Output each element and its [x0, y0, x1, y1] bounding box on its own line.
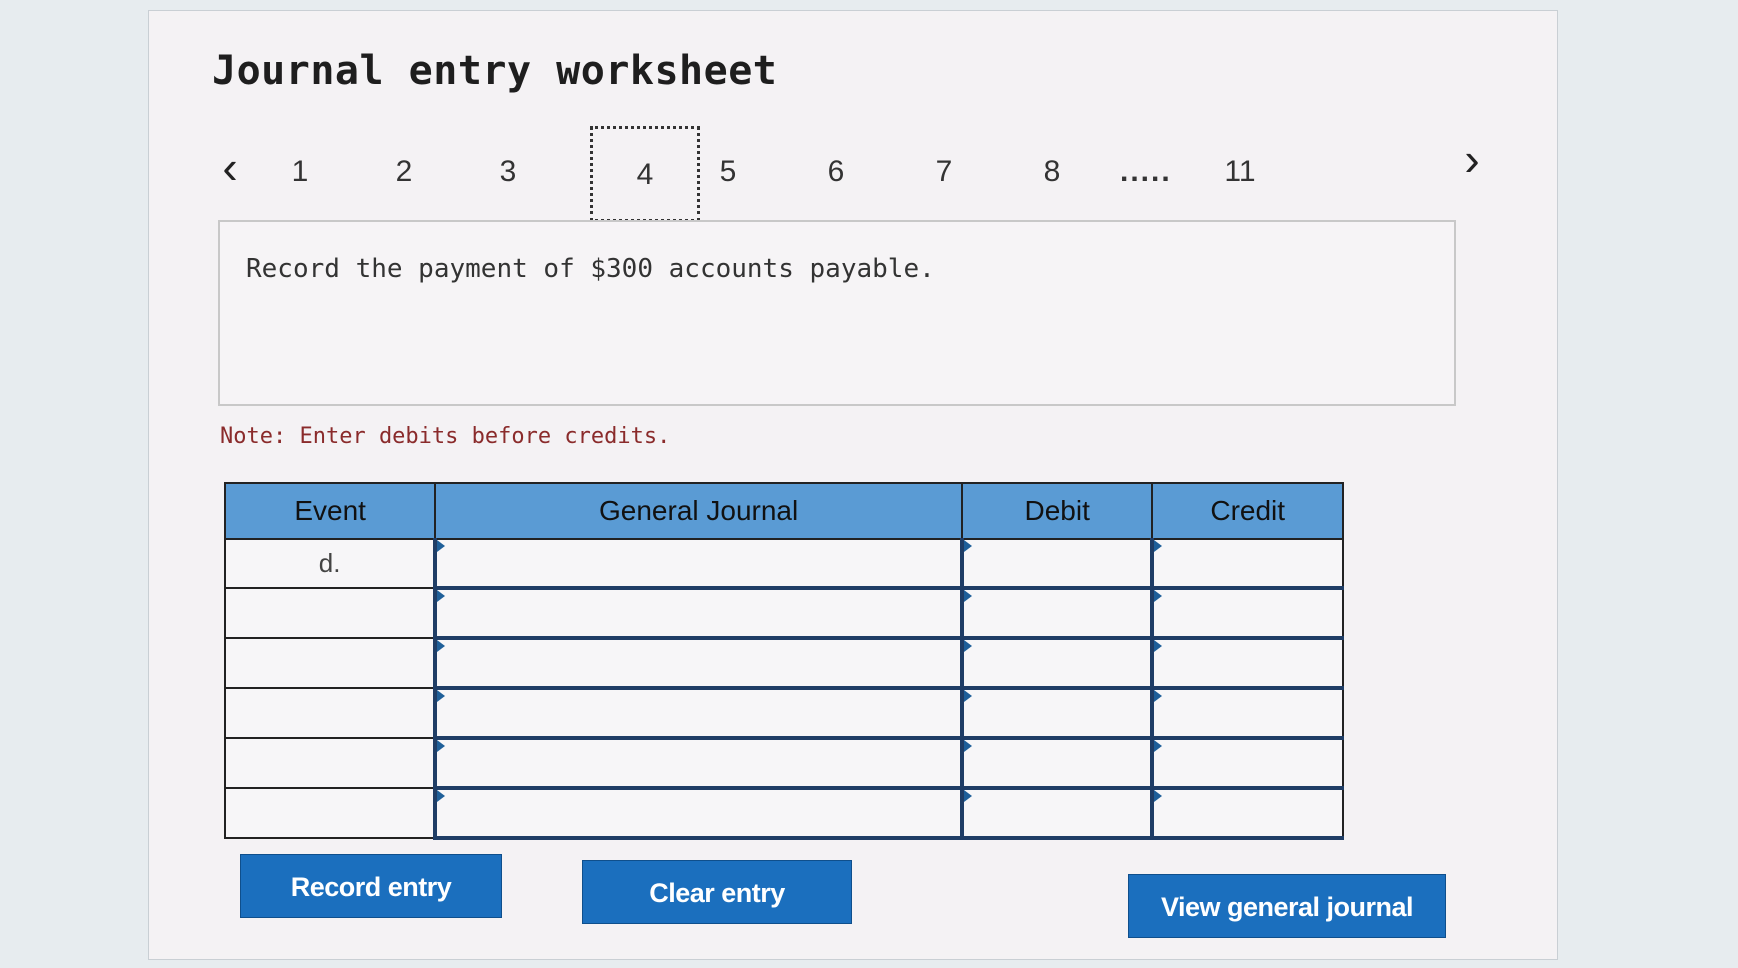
column-header-credit: Credit — [1151, 482, 1344, 540]
dropdown-marker-icon — [963, 590, 972, 602]
dropdown-marker-icon — [1154, 740, 1163, 752]
column-header-general-journal: General Journal — [434, 482, 963, 540]
dropdown-marker-icon — [1154, 590, 1163, 602]
debit-input[interactable] — [959, 787, 1154, 840]
general-journal-input[interactable] — [433, 687, 963, 740]
dropdown-marker-icon — [437, 790, 446, 802]
note-text: Note: Enter debits before credits. — [220, 424, 671, 449]
dropdown-marker-icon — [437, 540, 446, 552]
page-7[interactable]: 7 — [914, 142, 974, 202]
dropdown-marker-icon — [963, 740, 972, 752]
question-box: Record the payment of $300 accounts paya… — [218, 220, 1456, 406]
journal-table: Event General Journal Debit Credit d. — [223, 482, 1344, 840]
general-journal-input[interactable] — [433, 787, 963, 840]
dropdown-marker-icon — [437, 690, 446, 702]
event-cell — [223, 737, 437, 789]
event-cell — [223, 587, 437, 639]
event-cell — [223, 787, 437, 839]
table-row — [223, 587, 1344, 640]
general-journal-input[interactable] — [433, 587, 963, 640]
chevron-right-icon[interactable]: › — [1452, 136, 1492, 182]
page-5[interactable]: 5 — [698, 142, 758, 202]
page-4-active[interactable]: 4 — [590, 126, 700, 222]
credit-input[interactable] — [1150, 687, 1344, 740]
credit-input[interactable] — [1150, 538, 1344, 590]
page-6[interactable]: 6 — [806, 142, 866, 202]
page-2[interactable]: 2 — [374, 142, 434, 202]
table-row — [223, 787, 1344, 840]
page-8[interactable]: 8 — [1022, 142, 1082, 202]
column-header-event: Event — [223, 482, 437, 540]
debit-input[interactable] — [959, 587, 1154, 640]
dropdown-marker-icon — [437, 590, 446, 602]
dropdown-marker-icon — [437, 640, 446, 652]
general-journal-input[interactable] — [433, 737, 963, 790]
record-entry-button[interactable]: Record entry — [240, 854, 502, 918]
event-cell: d. — [223, 538, 437, 589]
page-11[interactable]: 11 — [1210, 142, 1270, 202]
credit-input[interactable] — [1150, 587, 1344, 640]
dropdown-marker-icon — [1154, 640, 1163, 652]
dropdown-marker-icon — [963, 690, 972, 702]
dropdown-marker-icon — [1154, 540, 1163, 552]
debit-input[interactable] — [959, 637, 1154, 690]
debit-input[interactable] — [959, 737, 1154, 790]
dropdown-marker-icon — [963, 540, 972, 552]
dropdown-marker-icon — [437, 740, 446, 752]
general-journal-input[interactable] — [433, 637, 963, 690]
table-row: d. — [223, 538, 1344, 590]
dropdown-marker-icon — [963, 790, 972, 802]
page-3[interactable]: 3 — [478, 142, 538, 202]
chevron-left-icon[interactable]: ‹ — [210, 144, 250, 190]
question-text: Record the payment of $300 accounts paya… — [246, 254, 935, 284]
clear-entry-button[interactable]: Clear entry — [582, 860, 852, 924]
table-row — [223, 687, 1344, 740]
pagination: ‹ 1 2 3 4 5 6 7 8 ..... 11 › — [210, 122, 1500, 228]
table-row — [223, 737, 1344, 790]
debit-input[interactable] — [959, 687, 1154, 740]
pagination-ellipsis: ..... — [1120, 155, 1172, 188]
column-header-debit: Debit — [960, 482, 1154, 540]
credit-input[interactable] — [1150, 737, 1344, 790]
page-title: Journal entry worksheet — [212, 48, 778, 94]
event-cell — [223, 687, 437, 739]
event-cell — [223, 637, 437, 689]
page-1[interactable]: 1 — [270, 142, 330, 202]
dropdown-marker-icon — [1154, 690, 1163, 702]
credit-input[interactable] — [1150, 637, 1344, 690]
general-journal-input[interactable] — [433, 538, 963, 590]
debit-input[interactable] — [959, 538, 1154, 590]
table-row — [223, 637, 1344, 690]
dropdown-marker-icon — [963, 640, 972, 652]
view-general-journal-button[interactable]: View general journal — [1128, 874, 1446, 938]
credit-input[interactable] — [1150, 787, 1344, 840]
dropdown-marker-icon — [1154, 790, 1163, 802]
